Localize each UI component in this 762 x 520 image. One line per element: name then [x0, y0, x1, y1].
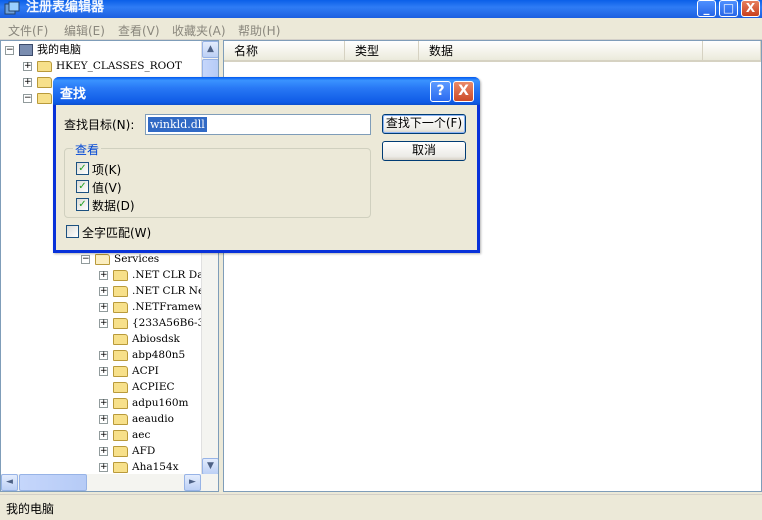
expand-icon[interactable]: +	[99, 462, 108, 472]
folder-icon	[37, 76, 52, 88]
tree-item[interactable]: + .NET CLR Ne	[99, 283, 204, 299]
registry-editor-window: 注册表编辑器 _ □ X 文件(F) 编辑(E) 查看(V) 收藏夹(A) 帮助…	[0, 0, 762, 520]
look-at-title: 查看	[73, 141, 102, 158]
tree-item[interactable]: Abiosdsk	[113, 331, 180, 347]
scroll-down-button[interactable]: ▼	[202, 458, 218, 475]
match-whole-string-checkbox[interactable]	[66, 225, 79, 238]
expand-icon[interactable]: +	[99, 414, 108, 424]
folder-icon	[113, 317, 128, 329]
status-text: 我的电脑	[6, 502, 55, 516]
tree-item-my-computer[interactable]: − 我的电脑	[5, 42, 81, 58]
expand-icon[interactable]: +	[99, 446, 108, 456]
tree-item-partial[interactable]: +	[23, 74, 56, 90]
expand-icon[interactable]: +	[99, 398, 108, 408]
folder-icon	[113, 429, 128, 441]
maximize-button[interactable]: □	[719, 0, 738, 17]
data-label: 数据(D)	[92, 199, 135, 213]
tree-item[interactable]: + .NETFramewo	[99, 299, 209, 315]
find-what-input[interactable]: winkld.dll	[145, 114, 371, 135]
computer-icon	[19, 44, 33, 56]
scroll-left-button[interactable]: ◄	[1, 474, 18, 491]
window-title: 注册表编辑器	[26, 0, 105, 15]
title-bar[interactable]: 注册表编辑器 _ □ X	[0, 0, 762, 18]
find-dialog: 查找 ? X 查找目标(N): winkld.dll 查找下一个(F) 取消 查…	[53, 77, 480, 253]
column-header-name[interactable]: 名称	[224, 41, 345, 62]
column-header-filler	[703, 41, 761, 62]
expand-icon[interactable]: +	[23, 61, 32, 71]
expand-icon[interactable]: +	[99, 270, 108, 280]
tree-item[interactable]: + AFD	[99, 443, 155, 459]
close-button[interactable]: X	[741, 0, 760, 17]
find-next-button[interactable]: 查找下一个(F)	[382, 114, 466, 134]
keys-checkbox[interactable]: ✓	[76, 162, 89, 175]
folder-icon	[37, 92, 52, 104]
dialog-close-button[interactable]: X	[453, 81, 474, 102]
tree-item-services[interactable]: − Services	[81, 251, 159, 267]
menu-help[interactable]: 帮助(H)	[238, 22, 280, 39]
folder-icon	[37, 60, 52, 72]
find-what-label: 查找目标(N):	[64, 118, 135, 132]
tree-item[interactable]: + .NET CLR Da	[99, 267, 203, 283]
folder-icon	[113, 381, 128, 393]
cancel-button[interactable]: 取消	[382, 141, 466, 161]
collapse-icon[interactable]: −	[5, 45, 14, 55]
status-bar: 我的电脑	[0, 494, 762, 520]
minimize-button[interactable]: _	[697, 0, 716, 17]
menu-view[interactable]: 查看(V)	[118, 22, 160, 39]
folder-icon	[113, 413, 128, 425]
open-folder-icon	[95, 253, 110, 265]
folder-icon	[113, 365, 128, 377]
tree-horizontal-scrollbar[interactable]: ◄ ►	[1, 474, 218, 491]
collapse-icon[interactable]: −	[81, 254, 90, 264]
menu-edit[interactable]: 编辑(E)	[64, 22, 105, 39]
collapse-icon[interactable]: −	[23, 93, 32, 103]
tree-item[interactable]: + aeaudio	[99, 411, 174, 427]
scroll-up-button[interactable]: ▲	[202, 41, 218, 58]
folder-icon	[113, 301, 128, 313]
expand-icon[interactable]: +	[99, 350, 108, 360]
tree-item[interactable]: + aec	[99, 427, 150, 443]
folder-icon	[113, 269, 128, 281]
expand-icon[interactable]: +	[99, 430, 108, 440]
tree-item[interactable]: + Aha154x	[99, 459, 179, 475]
keys-label: 项(K)	[92, 163, 122, 177]
values-checkbox[interactable]: ✓	[76, 180, 89, 193]
tree-item[interactable]: + {233A56B6-3	[99, 315, 204, 331]
tree-item[interactable]: + ACPI	[99, 363, 159, 379]
tree-item[interactable]: + adpu160m	[99, 395, 188, 411]
menu-file[interactable]: 文件(F)	[8, 22, 48, 39]
folder-icon	[113, 333, 128, 345]
find-what-value: winkld.dll	[148, 117, 207, 132]
tree-item[interactable]: ACPIEC	[113, 379, 175, 395]
expand-icon[interactable]: +	[23, 77, 32, 87]
expand-icon[interactable]: +	[99, 366, 108, 376]
tree-item[interactable]: + abp480n5	[99, 347, 185, 363]
tree-item-partial[interactable]: −	[23, 90, 56, 106]
tree-item-hkcr[interactable]: + HKEY_CLASSES_ROOT	[23, 58, 182, 74]
folder-icon	[113, 285, 128, 297]
registry-app-icon	[4, 1, 20, 15]
match-whole-string-label: 全字匹配(W)	[82, 226, 152, 240]
folder-icon	[113, 461, 128, 473]
data-checkbox[interactable]: ✓	[76, 198, 89, 211]
scroll-thumb[interactable]	[19, 474, 87, 491]
dialog-title: 查找	[60, 87, 87, 102]
column-header-data[interactable]: 数据	[419, 41, 703, 62]
expand-icon[interactable]: +	[99, 286, 108, 296]
column-header-type[interactable]: 类型	[345, 41, 419, 62]
menu-favorites[interactable]: 收藏夹(A)	[172, 22, 226, 39]
values-label: 值(V)	[92, 181, 122, 195]
scroll-right-button[interactable]: ►	[184, 474, 201, 491]
folder-icon	[113, 445, 128, 457]
folder-icon	[113, 349, 128, 361]
menu-bar: 文件(F) 编辑(E) 查看(V) 收藏夹(A) 帮助(H)	[0, 19, 762, 40]
scroll-thumb[interactable]	[202, 59, 218, 79]
expand-icon[interactable]: +	[99, 302, 108, 312]
folder-icon	[113, 397, 128, 409]
help-button[interactable]: ?	[430, 81, 451, 102]
dialog-title-bar[interactable]: 查找 ? X	[53, 77, 480, 105]
expand-icon[interactable]: +	[99, 318, 108, 328]
